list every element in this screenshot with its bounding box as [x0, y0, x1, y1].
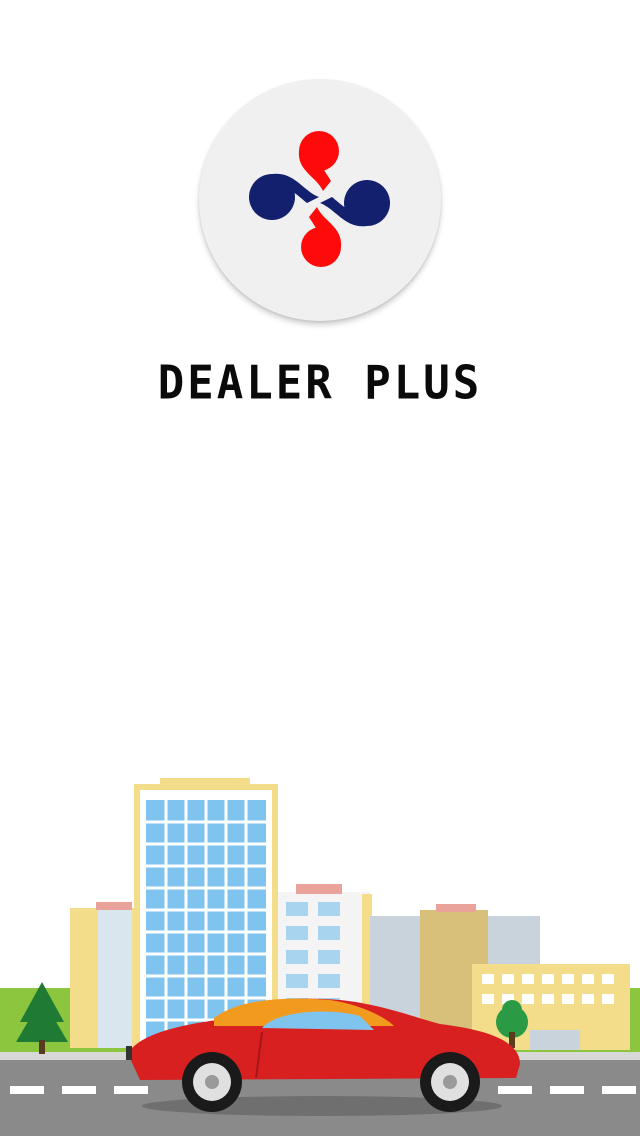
app-logo — [199, 79, 441, 321]
splash-screen: DEALER PLUS — [0, 0, 640, 1136]
app-title: DEALER PLUS — [157, 356, 483, 411]
dealer-plus-logo-icon — [249, 131, 390, 267]
city-car-illustration — [0, 760, 640, 1136]
